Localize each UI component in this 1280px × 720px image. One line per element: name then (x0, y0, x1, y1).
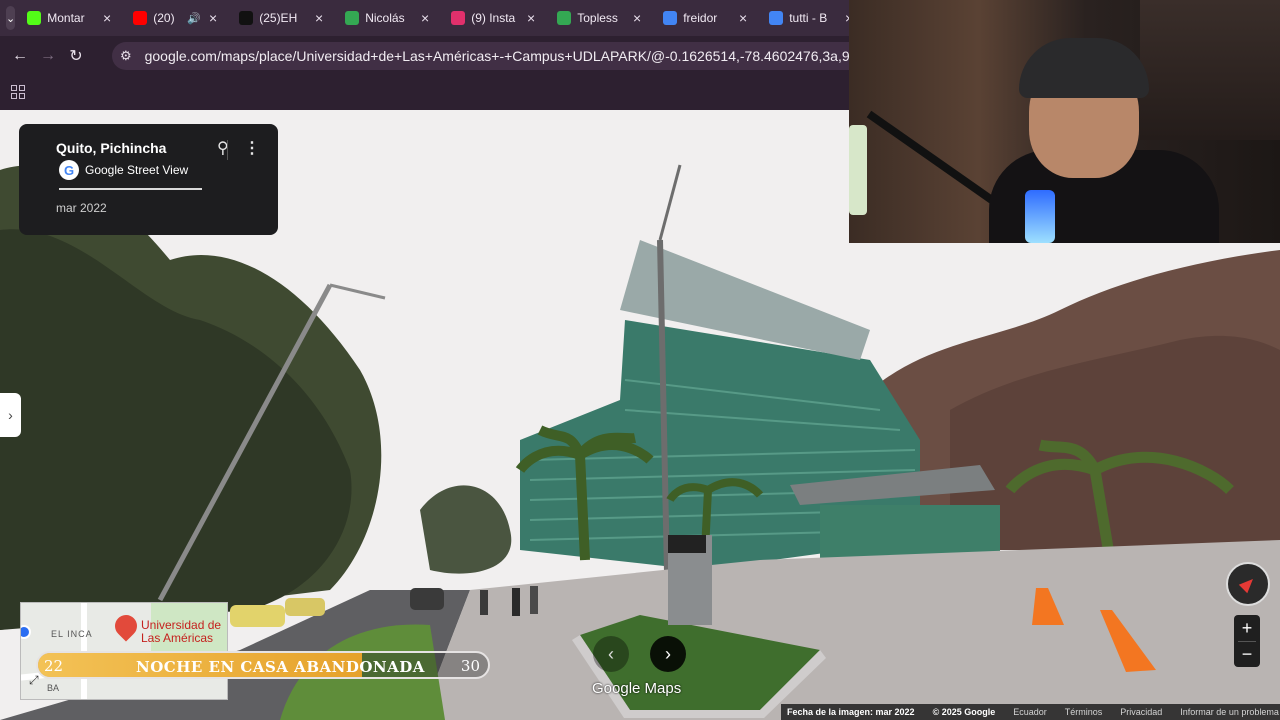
site-info-icon[interactable]: ⚙ (120, 48, 139, 64)
maps-pin-icon (557, 11, 572, 25)
apps-grid-icon[interactable] (11, 85, 25, 99)
google-maps-logo: Google Maps (592, 680, 682, 697)
map-footer: Fecha de la imagen: mar 2022 © 2025 Goog… (781, 704, 1280, 720)
tiktok-icon (239, 11, 254, 25)
close-icon[interactable]: × (209, 10, 217, 26)
report-link[interactable]: Informar de un problema (1180, 707, 1279, 717)
tab-title: (25)EH (259, 11, 298, 25)
chevron-right-icon: › (665, 643, 671, 664)
close-icon[interactable]: × (421, 10, 429, 26)
zoom-out-button[interactable]: − (1234, 641, 1260, 667)
chevron-down-icon: ⌄ (6, 12, 16, 25)
tab-bar: ⌄ Montar × (20) 🔊 × (25)EH × Nicolás × (9) Insta ×… (0, 0, 853, 36)
goal-label: NOCHE EN CASA ABANDONADA (136, 658, 425, 676)
map-area-label: EL INCA (51, 629, 93, 639)
compass-button[interactable] (1226, 562, 1270, 606)
chevron-left-icon: ‹ (608, 643, 614, 664)
divider (59, 188, 202, 190)
webcam-overlay (849, 0, 1280, 243)
goal-start: 22 (44, 657, 64, 675)
next-arrow-button[interactable]: › (650, 636, 686, 672)
goal-end: 30 (460, 657, 480, 675)
copyright: © 2025 Google (932, 707, 996, 717)
toolbar: ← → ↻ ⚙ google.com/maps/place/Universida… (0, 36, 849, 76)
stream-goal-bar: 22 NOCHE EN CASA ABANDONADA 30 (36, 651, 490, 679)
divider (227, 140, 228, 160)
privacy-link[interactable]: Privacidad (1120, 707, 1162, 717)
youtube-icon (133, 11, 148, 25)
url-text[interactable]: google.com/maps/place/Universidad+de+Las… (145, 48, 849, 64)
tab-title: tutti - B (789, 11, 828, 25)
map-edge-label: BA (47, 683, 60, 693)
browser-tab[interactable]: (25)EH × (233, 4, 329, 32)
close-icon[interactable]: × (103, 10, 111, 26)
google-icon: G (59, 160, 79, 180)
tab-title: Montar (47, 11, 85, 25)
browser-tab[interactable]: freidor × (657, 4, 753, 32)
browser-tab[interactable]: tutti - B× (763, 4, 859, 32)
browser-tab[interactable]: Topless × (551, 4, 647, 32)
google-icon (769, 11, 784, 25)
place-pin-icon[interactable] (110, 610, 142, 642)
forward-icon[interactable]: → (34, 47, 62, 65)
compass-icon (1238, 574, 1258, 594)
zoom-controls: + − (1234, 615, 1260, 667)
speaker-icon[interactable]: 🔊 (187, 12, 201, 25)
tab-search-button[interactable]: ⌄ (6, 6, 16, 30)
tab-title: freidor (683, 11, 718, 25)
browser-tab[interactable]: Nicolás × (339, 4, 435, 32)
country-link[interactable]: Ecuador (1013, 707, 1047, 717)
bookmarks-bar (0, 76, 849, 110)
address-bar[interactable]: ⚙ google.com/maps/place/Universidad+de+L… (112, 42, 849, 70)
browser-tab[interactable]: Montar × (21, 4, 117, 32)
browser-tab[interactable]: (9) Insta × (445, 4, 541, 32)
expand-panel-button[interactable]: › (0, 393, 21, 437)
location-title: Quito, Pichincha (56, 140, 167, 156)
tab-title: (9) Insta (471, 11, 516, 25)
image-date: Fecha de la imagen: mar 2022 (787, 707, 915, 717)
tab-title: Topless (577, 11, 618, 25)
current-position-icon (21, 625, 31, 639)
tab-title: (20) (153, 11, 175, 25)
maps-pin-icon (345, 11, 360, 25)
chevron-right-icon: › (8, 407, 13, 423)
kick-icon (27, 11, 42, 25)
close-icon[interactable]: × (527, 10, 535, 26)
reload-icon[interactable]: ↻ (62, 46, 90, 66)
capture-date[interactable]: mar 2022 (56, 201, 107, 215)
source-label: G Google Street View (59, 160, 188, 180)
instagram-icon (451, 11, 466, 25)
zoom-in-button[interactable]: + (1234, 615, 1260, 641)
tab-title: Nicolás (365, 11, 405, 25)
location-info-card: Quito, Pichincha G Google Street View ma… (19, 124, 278, 235)
previous-arrow-button[interactable]: ‹ (593, 636, 629, 672)
google-icon (663, 11, 678, 25)
back-icon[interactable]: ← (6, 47, 34, 65)
close-icon[interactable]: × (739, 10, 747, 26)
close-icon[interactable]: × (315, 10, 323, 26)
browser-tab[interactable]: (20) 🔊 × (127, 4, 223, 32)
map-place-label[interactable]: Universidad de Las Américas (141, 619, 221, 645)
close-icon[interactable]: × (633, 10, 641, 26)
terms-link[interactable]: Términos (1065, 707, 1103, 717)
more-options-icon[interactable]: ⋮ (244, 138, 260, 158)
